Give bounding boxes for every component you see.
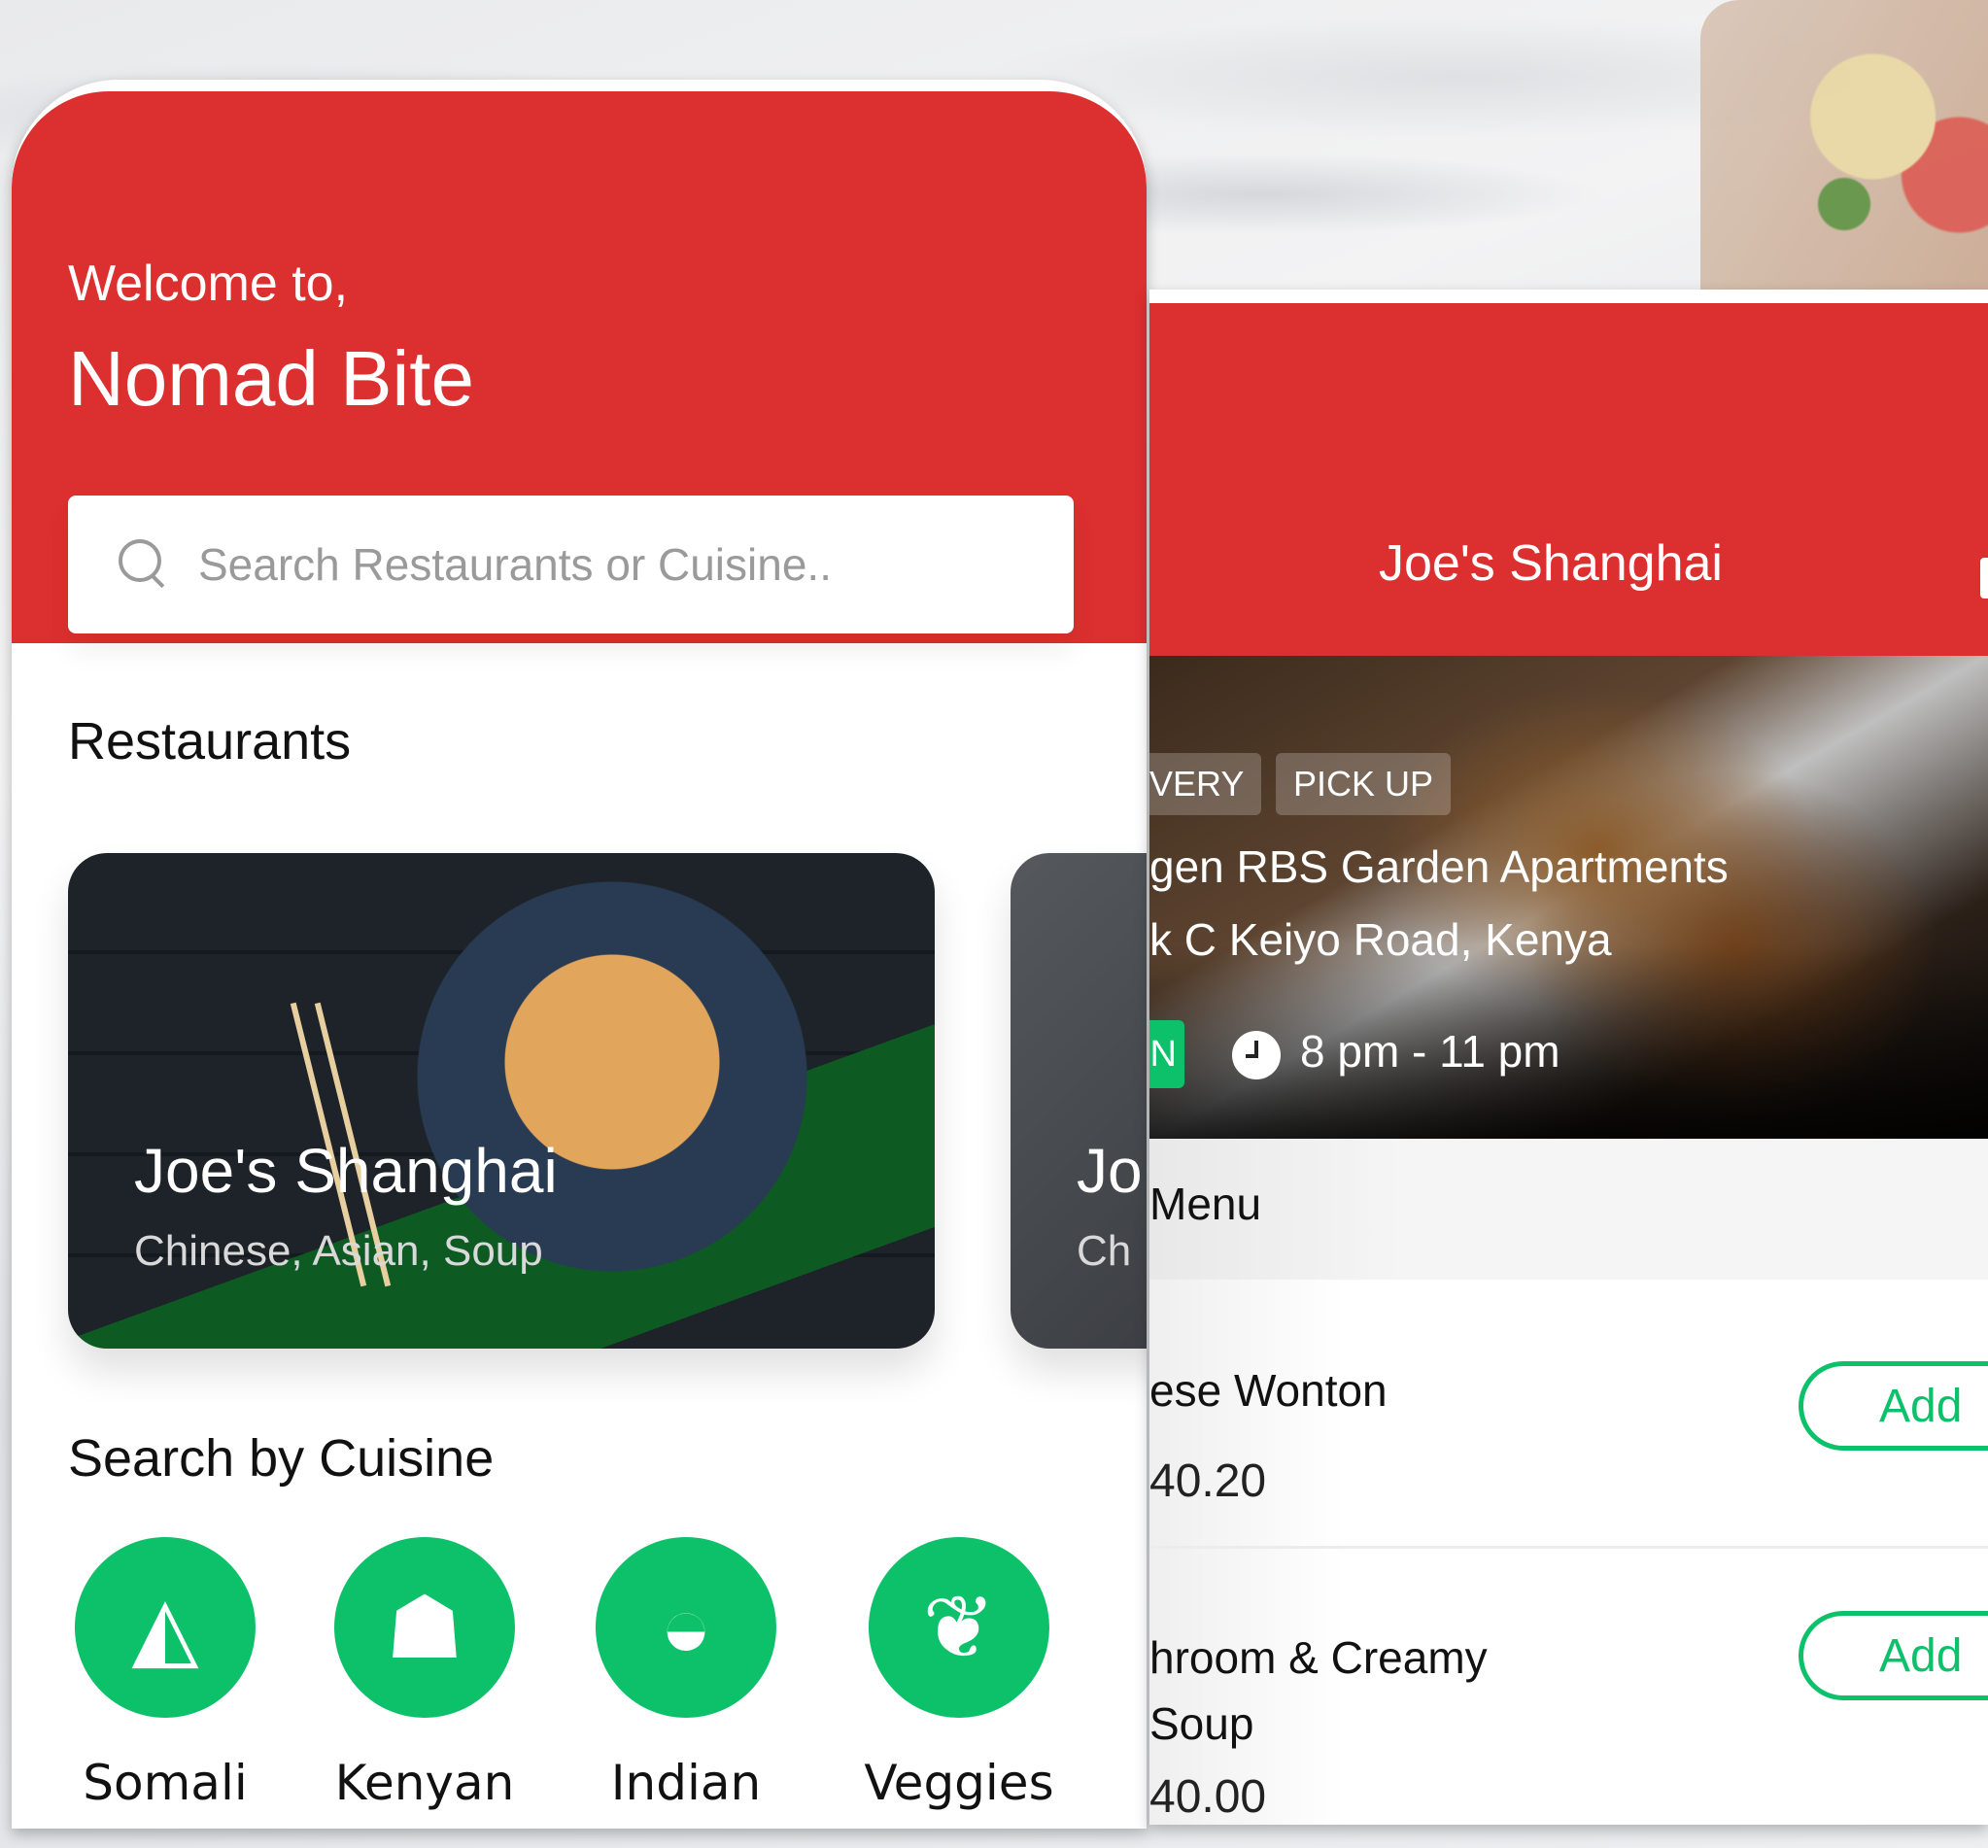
samosa-icon: ◭ [75,1537,256,1718]
restaurant-header: Joe's Shanghai [1149,303,1988,656]
restaurant-tags: Chinese, Asian, Soup [134,1227,543,1275]
cuisine-label: Kenyan [334,1755,515,1811]
restaurant-tags: Ch [1077,1227,1132,1275]
add-button[interactable]: Add [1799,1361,1988,1451]
cuisine-label: Somali [83,1755,248,1811]
app-name: Nomad Bite [68,335,474,422]
cuisine-somali[interactable]: ◭ Somali [68,1537,262,1811]
home-screen: Welcome to, Nomad Bite Restaurants Joe's… [12,80,1147,1829]
search-bar[interactable] [68,496,1074,633]
menu-item: ese Wonton 40.20 Add [1149,1280,1988,1546]
opening-hours: 8 pm - 11 pm [1300,1026,1560,1077]
menu-item-price: 40.20 [1149,1455,1267,1507]
restaurant-card[interactable]: Joe's Shanghai Chinese, Asian, Soup [68,853,935,1349]
address-line-1: gen RBS Garden Apartments [1149,841,1729,892]
decorative-food-photo [1700,0,1988,291]
restaurant-title: Joe's Shanghai [1379,535,1723,592]
restaurant-screen: Joe's Shanghai VERY PICK UP gen RBS Gard… [1149,290,1988,1825]
menu-item-name: ese Wonton [1149,1365,1388,1416]
menu-item-name: hroom & Creamy [1149,1632,1488,1683]
address-line-2: k C Keiyo Road, Kenya [1149,914,1612,965]
cuisine-label: Indian [610,1755,762,1811]
menu-item: hroom & Creamy Soup 40.00 Add [1149,1549,1988,1825]
cuisine-label: Veggies [864,1755,1054,1811]
menu-item-price: 40.00 [1149,1771,1267,1823]
menu-title: Menu [1149,1179,1262,1229]
curry-bowl-icon: ◒ [596,1537,776,1718]
veggie-bowl-icon: ❦ [869,1537,1049,1718]
restaurant-name: Jo [1077,1136,1143,1206]
search-icon [115,535,173,594]
add-button[interactable]: Add [1799,1611,1988,1700]
welcome-text: Welcome to, [68,256,349,312]
search-input[interactable] [198,538,1053,591]
cuisine-kenyan[interactable]: ☗ Kenyan [327,1537,522,1811]
pickup-tag[interactable]: PICK UP [1276,753,1452,815]
cuisine-indian[interactable]: ◒ Indian [589,1537,783,1811]
menu-header: Menu [1149,1139,1988,1280]
cuisine-list: ◭ Somali ☗ Kenyan ◒ Indian ❦ Veggies [12,1537,1147,1829]
restaurant-name: Joe's Shanghai [134,1136,558,1206]
status-badge: N [1149,1020,1184,1088]
ugali-bowl-icon: ☗ [334,1537,515,1718]
cart-icon[interactable] [1980,558,1988,599]
menu-item-name: Soup [1149,1698,1254,1749]
cuisine-heading: Search by Cuisine [68,1429,495,1488]
restaurant-card[interactable]: Jo Ch [1011,853,1147,1349]
restaurants-heading: Restaurants [68,712,352,770]
cuisine-veggies[interactable]: ❦ Veggies [862,1537,1056,1811]
delivery-tag[interactable]: VERY [1149,753,1262,815]
clock-icon [1232,1031,1281,1079]
restaurant-hero-image: VERY PICK UP gen RBS Garden Apartments k… [1149,656,1988,1139]
